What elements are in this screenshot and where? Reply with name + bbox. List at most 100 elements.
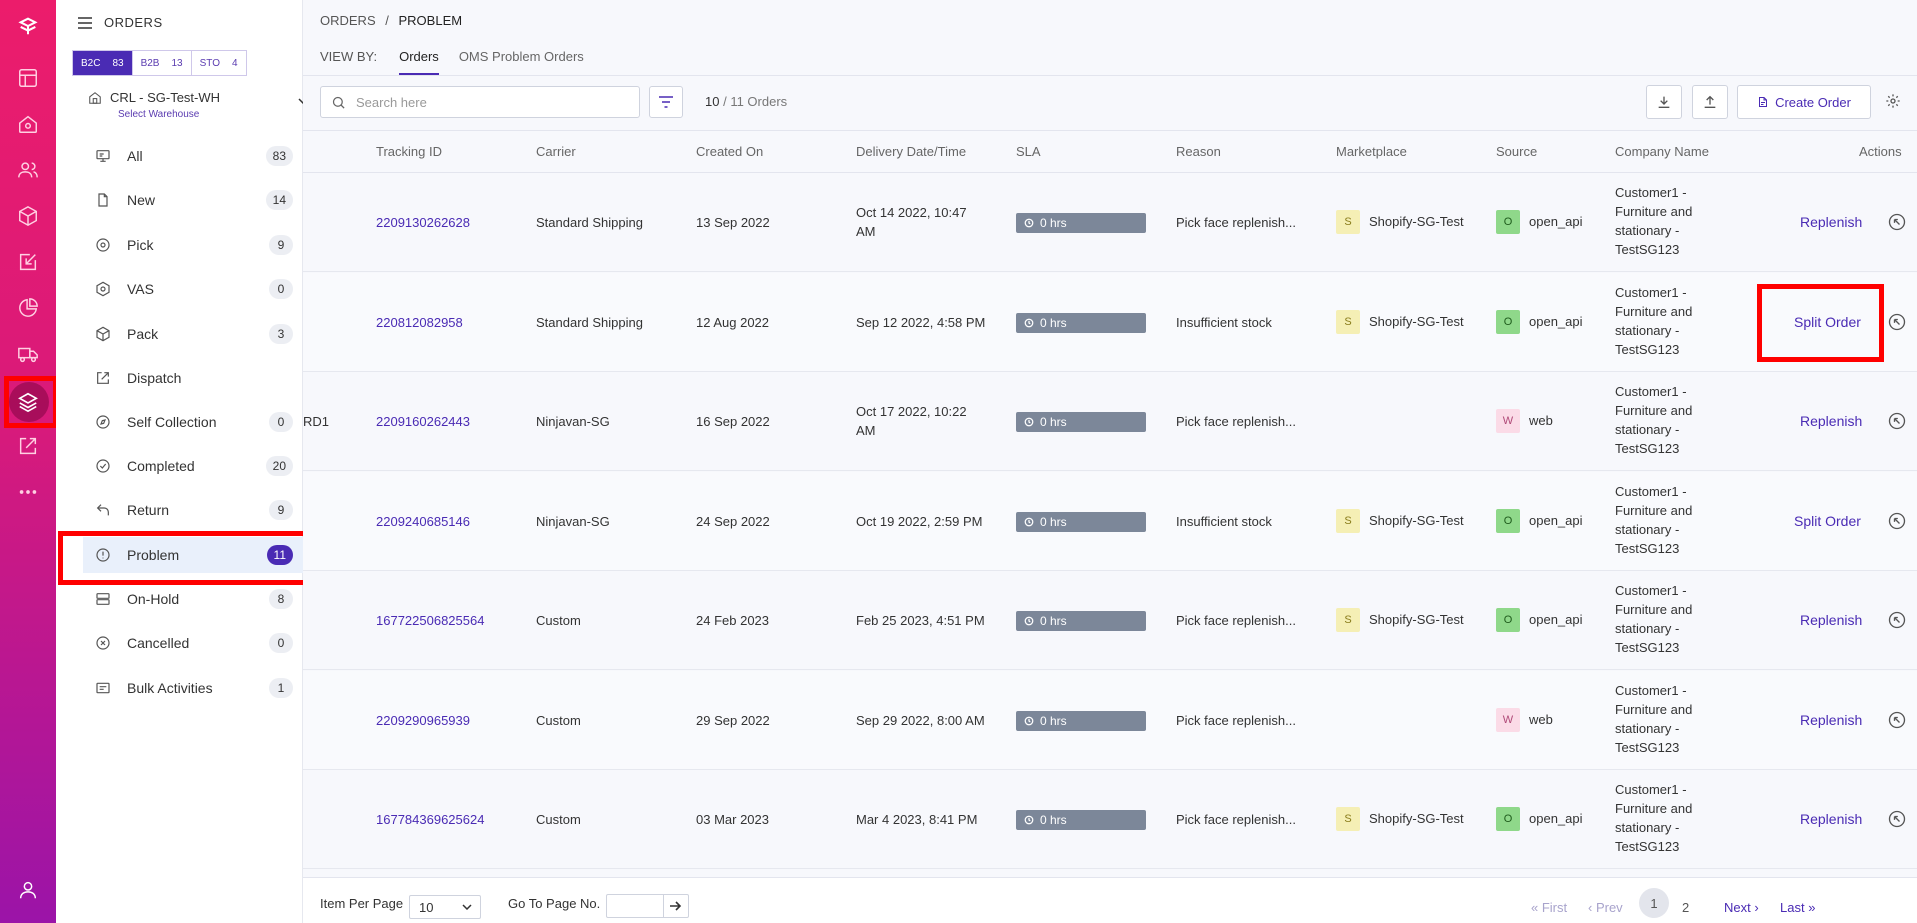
header-marketplace[interactable]: Marketplace xyxy=(1336,144,1407,159)
dashboard-icon[interactable] xyxy=(0,56,56,100)
expand-icon[interactable] xyxy=(1887,809,1907,829)
tracking-id-link[interactable]: 2209160262443 xyxy=(376,412,470,431)
sidebar-item-pack[interactable]: Pack 3 xyxy=(83,316,303,352)
warehouse-select-link[interactable]: Select Warehouse xyxy=(118,109,308,120)
page-2-button[interactable]: 2 xyxy=(1682,900,1689,915)
analytics-icon[interactable] xyxy=(0,286,56,330)
header-created-on[interactable]: Created On xyxy=(696,144,763,159)
per-page-label: Item Per Page xyxy=(320,896,404,911)
hamburger-icon[interactable] xyxy=(78,16,92,29)
more-icon[interactable] xyxy=(0,470,56,514)
search-input[interactable] xyxy=(356,94,616,110)
breadcrumb-root[interactable]: ORDERS xyxy=(320,13,376,28)
profile-icon[interactable] xyxy=(0,868,56,912)
header-delivery[interactable]: Delivery Date/Time xyxy=(856,144,966,159)
table-row[interactable]: 220812082958 Standard Shipping 12 Aug 2022… xyxy=(303,272,1917,372)
expand-icon[interactable] xyxy=(1887,610,1907,630)
header-company-name[interactable]: Company Name xyxy=(1615,144,1709,159)
row-action-button[interactable]: Replenish xyxy=(1800,811,1862,827)
sidebar-item-pick[interactable]: Pick 9 xyxy=(83,227,303,263)
first-page-link[interactable]: « First xyxy=(1531,900,1567,915)
clock-icon xyxy=(1024,716,1034,725)
filter-button[interactable] xyxy=(649,86,683,118)
row-action-button[interactable]: Split Order xyxy=(1794,513,1861,529)
sidebar-item-bulk-activities[interactable]: Bulk Activities 1 xyxy=(83,670,303,706)
header-sla[interactable]: SLA xyxy=(1016,144,1041,159)
marketplace-badge: S xyxy=(1336,309,1360,334)
sidebar-item-all[interactable]: All 83 xyxy=(83,138,303,174)
sidebar-item-return[interactable]: Return 9 xyxy=(83,492,303,528)
sidebar-item-completed[interactable]: Completed 20 xyxy=(83,448,303,484)
header-source[interactable]: Source xyxy=(1496,144,1537,159)
inbound-icon[interactable] xyxy=(0,240,56,284)
sidebar-item-new[interactable]: New 14 xyxy=(83,182,303,218)
last-page-link[interactable]: Last » xyxy=(1780,900,1815,915)
tracking-id-link[interactable]: 2209240685146 xyxy=(376,512,470,531)
table-row[interactable]: 167784369625624 Custom 03 Mar 2023 Mar 4 20… xyxy=(303,770,1917,869)
create-order-button[interactable]: Create Order xyxy=(1737,85,1871,119)
marketplace-cell: Shopify-SG-Test xyxy=(1369,811,1464,826)
sidebar-item-cancelled[interactable]: Cancelled 0 xyxy=(83,625,303,661)
row-action-button[interactable]: Replenish xyxy=(1800,413,1862,429)
sidebar-item-on-hold[interactable]: On-Hold 8 xyxy=(83,581,303,617)
header-tracking-id[interactable]: Tracking ID xyxy=(376,144,442,159)
sidebar-item-self-collection[interactable]: Self Collection 0 xyxy=(83,404,303,440)
gear-icon[interactable] xyxy=(1885,93,1901,109)
sidebar-item-dispatch[interactable]: Dispatch xyxy=(83,360,303,396)
users-icon[interactable] xyxy=(0,148,56,192)
tracking-id-link[interactable]: 2209290965939 xyxy=(376,711,470,730)
table-row[interactable]: RD1 2209160262443 Ninjavan-SG 16 Sep 2022 Oc… xyxy=(303,372,1917,471)
next-page-link[interactable]: Next › xyxy=(1724,900,1759,915)
breadcrumb-current: PROBLEM xyxy=(398,13,463,28)
box-icon[interactable] xyxy=(0,194,56,238)
expand-icon[interactable] xyxy=(1887,212,1907,232)
page-1-button[interactable]: 1 xyxy=(1639,888,1669,918)
warehouse-selector[interactable]: CRL - SG-Test-WH Select Warehouse xyxy=(88,90,308,120)
order-id-fragment[interactable]: RD1 xyxy=(303,412,329,431)
goto-page-input[interactable] xyxy=(606,894,664,918)
expand-icon[interactable] xyxy=(1887,312,1907,332)
source-badge: W xyxy=(1496,707,1520,732)
expand-icon[interactable] xyxy=(1887,710,1907,730)
arrow-right-icon xyxy=(670,901,682,911)
upload-button[interactable] xyxy=(1692,85,1728,119)
export-icon[interactable] xyxy=(0,424,56,468)
pagination-footer: Item Per Page 10 Go To Page No. « First … xyxy=(303,877,1917,923)
table-row[interactable]: 2209130262628 Standard Shipping 13 Sep 202… xyxy=(303,173,1917,272)
tracking-id-link[interactable]: 2209130262628 xyxy=(376,213,470,232)
tracking-id-link[interactable]: 167722506825564 xyxy=(376,611,484,630)
table-row[interactable]: 167722506825564 Custom 24 Feb 2023 Feb 25 2… xyxy=(303,571,1917,670)
table-row[interactable]: 2209240685146 Ninjavan-SG 24 Sep 2022 Oct 1… xyxy=(303,471,1917,571)
header-carrier[interactable]: Carrier xyxy=(536,144,576,159)
home-icon[interactable] xyxy=(0,102,56,146)
return-arrow-icon xyxy=(96,504,109,516)
logo-icon[interactable] xyxy=(0,4,56,48)
row-action-button[interactable]: Replenish xyxy=(1800,214,1862,230)
row-action-button[interactable]: Replenish xyxy=(1800,612,1862,628)
header-reason[interactable]: Reason xyxy=(1176,144,1221,159)
count-badge: 20 xyxy=(265,456,293,476)
warehouse-name: CRL - SG-Test-WH xyxy=(110,90,221,105)
expand-icon[interactable] xyxy=(1887,411,1907,431)
row-action-button[interactable]: Replenish xyxy=(1800,712,1862,728)
truck-icon[interactable] xyxy=(0,332,56,376)
segment-sto[interactable]: STO 4 xyxy=(192,51,246,75)
download-icon xyxy=(1658,96,1670,108)
tracking-id-link[interactable]: 220812082958 xyxy=(376,313,463,332)
tracking-id-link[interactable]: 167784369625624 xyxy=(376,810,484,829)
goto-page-button[interactable] xyxy=(663,894,689,918)
segment-b2c[interactable]: B2C 83 xyxy=(73,51,132,75)
created-on-cell: 24 Sep 2022 xyxy=(696,513,770,529)
check-circle-icon xyxy=(96,459,110,473)
source-cell: open_api xyxy=(1529,811,1583,826)
segment-b2b[interactable]: B2B 13 xyxy=(131,51,192,75)
per-page-select[interactable]: 10 xyxy=(409,895,481,919)
list-card-icon xyxy=(96,682,110,694)
table-row[interactable]: 2209290965939 Custom 29 Sep 2022 Sep 29 202… xyxy=(303,670,1917,770)
tab-oms-problem-orders[interactable]: OMS Problem Orders xyxy=(459,49,584,75)
expand-icon[interactable] xyxy=(1887,511,1907,531)
prev-page-link[interactable]: ‹ Prev xyxy=(1588,900,1623,915)
tab-orders[interactable]: Orders xyxy=(399,49,439,75)
download-button[interactable] xyxy=(1646,85,1682,119)
sidebar-item-vas[interactable]: VAS 0 xyxy=(83,271,303,307)
